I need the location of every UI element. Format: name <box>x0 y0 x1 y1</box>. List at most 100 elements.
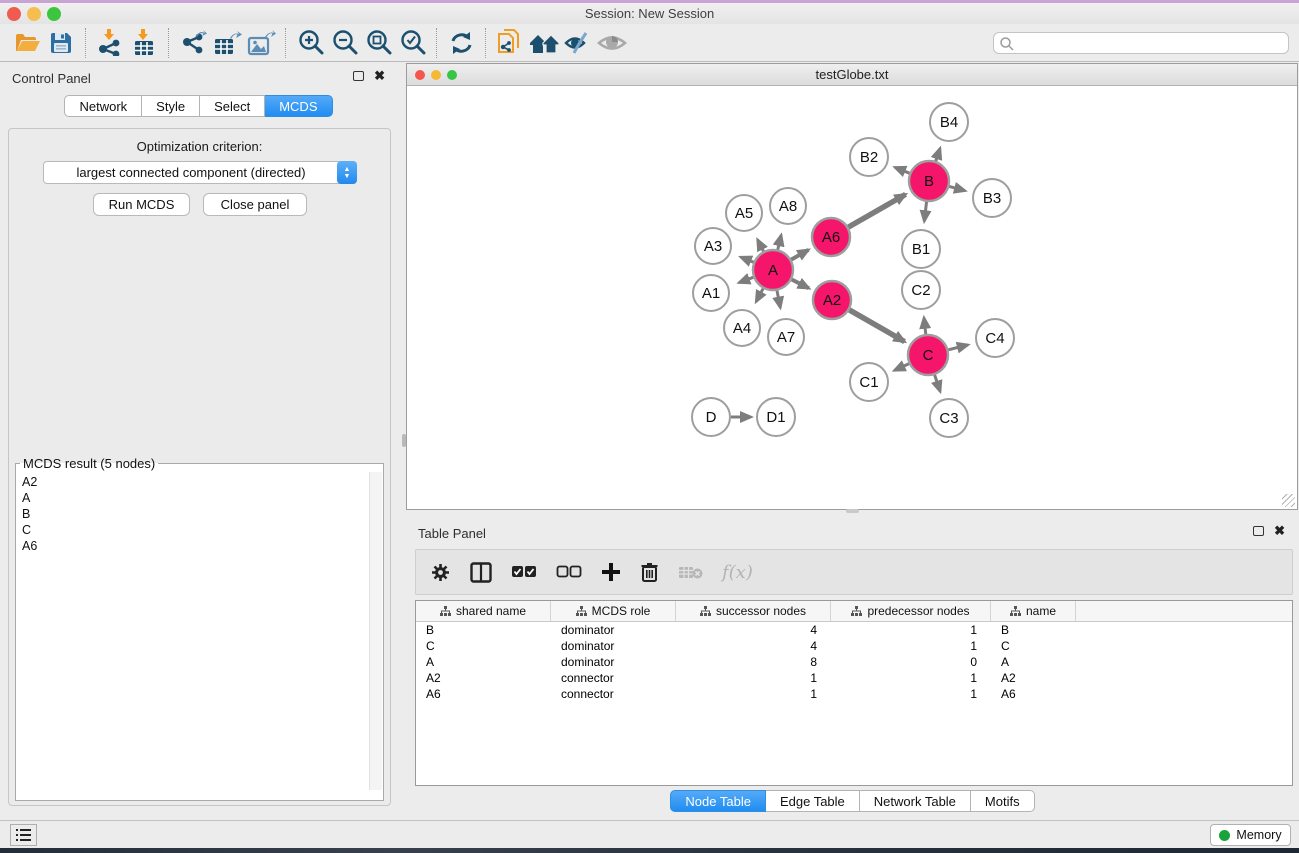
table-cell[interactable]: B <box>416 623 551 637</box>
table-cell[interactable]: 4 <box>676 623 831 637</box>
table-row[interactable]: Cdominator41C <box>416 638 1292 654</box>
graph-edge-A6-B[interactable] <box>848 194 905 227</box>
mcds-scrollbar[interactable] <box>369 472 382 790</box>
zoom-out-icon[interactable] <box>327 27 361 59</box>
table-cell[interactable]: 1 <box>831 623 991 637</box>
network-minimize-traffic-light[interactable] <box>431 70 441 80</box>
zoom-fit-icon[interactable] <box>361 27 395 59</box>
deselect-all-icon[interactable] <box>556 565 582 579</box>
mcds-result-item[interactable]: A6 <box>22 538 37 554</box>
table-cell[interactable]: 0 <box>831 655 991 669</box>
graph-edge-C-C1[interactable] <box>894 364 908 371</box>
window-resize-grip[interactable] <box>1282 494 1295 507</box>
graph-node-C1[interactable]: C1 <box>850 363 888 401</box>
add-column-icon[interactable] <box>601 562 621 582</box>
graph-node-A1[interactable]: A1 <box>693 275 729 311</box>
tab-node-table[interactable]: Node Table <box>670 790 766 812</box>
zoom-selected-icon[interactable] <box>395 27 429 59</box>
table-cell[interactable]: A <box>416 655 551 669</box>
network-vertical-scroll-thumb[interactable] <box>402 434 406 447</box>
tab-motifs[interactable]: Motifs <box>971 790 1035 812</box>
graph-node-A7[interactable]: A7 <box>768 319 804 355</box>
network-close-traffic-light[interactable] <box>415 70 425 80</box>
refresh-icon[interactable] <box>444 27 478 59</box>
graph-node-A[interactable]: A <box>753 250 793 290</box>
minimize-traffic-light[interactable] <box>27 7 41 21</box>
table-cell[interactable]: A2 <box>416 671 551 685</box>
table-cell[interactable]: dominator <box>551 655 676 669</box>
graph-edge-A-A6[interactable] <box>791 250 808 260</box>
graph-edge-A2-C[interactable] <box>849 310 904 342</box>
table-cell[interactable]: 1 <box>676 687 831 701</box>
import-table-icon[interactable] <box>127 27 161 59</box>
delete-table-icon[interactable] <box>678 564 703 580</box>
graph-node-A8[interactable]: A8 <box>770 188 806 224</box>
graph-node-B4[interactable]: B4 <box>930 103 968 141</box>
graph-edge-C-C3[interactable] <box>935 375 941 392</box>
graph-edge-A-A2[interactable] <box>792 280 809 289</box>
table-cell[interactable]: C <box>416 639 551 653</box>
close-panel-button[interactable]: Close panel <box>203 193 307 216</box>
table-cell[interactable]: A <box>991 655 1076 669</box>
graph-node-C[interactable]: C <box>908 335 948 375</box>
tab-edge-table[interactable]: Edge Table <box>766 790 860 812</box>
network-horizontal-scroll-thumb[interactable] <box>846 509 859 513</box>
graph-edge-B-B1[interactable] <box>924 202 926 221</box>
column-header-name[interactable]: name <box>991 601 1076 621</box>
graph-edge-A-A3[interactable] <box>741 257 754 262</box>
table-row[interactable]: A2connector11A2 <box>416 670 1292 686</box>
graph-node-A4[interactable]: A4 <box>724 310 760 346</box>
graph-edge-A-A4[interactable] <box>756 289 763 302</box>
mcds-result-item[interactable]: A <box>22 490 37 506</box>
graph-edge-B-B3[interactable] <box>949 186 965 190</box>
table-cell[interactable]: A6 <box>991 687 1076 701</box>
show-all-icon[interactable] <box>595 27 629 59</box>
open-folder-icon[interactable] <box>10 27 44 59</box>
float-panel-icon[interactable] <box>353 71 364 81</box>
mcds-result-item[interactable]: A2 <box>22 474 37 490</box>
graph-edge-A-A7[interactable] <box>777 291 780 308</box>
export-image-icon[interactable] <box>244 27 278 59</box>
table-cell[interactable]: connector <box>551 687 676 701</box>
mcds-result-item[interactable]: B <box>22 506 37 522</box>
graph-node-D1[interactable]: D1 <box>757 398 795 436</box>
select-all-icon[interactable] <box>511 565 537 579</box>
network-canvas[interactable]: B4B2BB3A5A8A6A3AB1A1C2A2A4A7C4CC1C3DD1 <box>407 87 1297 509</box>
memory-button[interactable]: Memory <box>1210 824 1291 846</box>
graph-node-B1[interactable]: B1 <box>902 230 940 268</box>
network-window-titlebar[interactable]: testGlobe.txt <box>407 64 1297 86</box>
table-cell[interactable]: connector <box>551 671 676 685</box>
table-cell[interactable]: B <box>991 623 1076 637</box>
graph-node-A3[interactable]: A3 <box>695 228 731 264</box>
table-cell[interactable]: 1 <box>831 639 991 653</box>
table-cell[interactable]: 8 <box>676 655 831 669</box>
tab-mcds[interactable]: MCDS <box>265 95 332 117</box>
table-cell[interactable]: dominator <box>551 639 676 653</box>
tab-network[interactable]: Network <box>64 95 142 117</box>
zoom-in-icon[interactable] <box>293 27 327 59</box>
table-cell[interactable]: 1 <box>831 671 991 685</box>
graph-node-B2[interactable]: B2 <box>850 138 888 176</box>
table-cell[interactable]: 4 <box>676 639 831 653</box>
export-network-icon[interactable] <box>176 27 210 59</box>
network-zoom-traffic-light[interactable] <box>447 70 457 80</box>
tab-style[interactable]: Style <box>142 95 200 117</box>
graph-node-B3[interactable]: B3 <box>973 179 1011 217</box>
close-table-panel-icon[interactable]: ✖ <box>1274 526 1285 536</box>
graph-node-C4[interactable]: C4 <box>976 319 1014 357</box>
column-header-predecessor-nodes[interactable]: predecessor nodes <box>831 601 991 621</box>
delete-column-icon[interactable] <box>640 561 659 583</box>
column-header-MCDS-role[interactable]: MCDS role <box>551 601 676 621</box>
graph-edge-A-A1[interactable] <box>739 277 753 282</box>
table-cell[interactable]: 1 <box>676 671 831 685</box>
run-mcds-button[interactable]: Run MCDS <box>93 193 190 216</box>
columns-icon[interactable] <box>470 562 492 583</box>
zoom-traffic-light[interactable] <box>47 7 61 21</box>
table-cell[interactable]: 1 <box>831 687 991 701</box>
export-table-icon[interactable] <box>210 27 244 59</box>
mcds-result-item[interactable]: C <box>22 522 37 538</box>
neighbors-icon[interactable] <box>527 27 561 59</box>
search-box[interactable] <box>993 32 1289 54</box>
graph-node-C2[interactable]: C2 <box>902 271 940 309</box>
close-traffic-light[interactable] <box>7 7 21 21</box>
